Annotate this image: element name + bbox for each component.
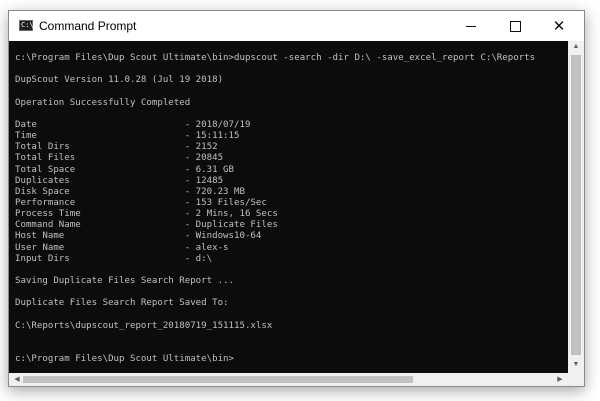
console-line: Duplicates - 12485 [15,175,224,186]
vertical-scrollbar[interactable]: ▲ ▼ [568,41,584,373]
console-line: Disk Space - 720.23 MB [15,186,245,197]
window-title: Command Prompt [39,19,137,33]
console-line: Input Dirs - d:\ [15,253,213,264]
close-icon: ✕ [552,18,566,35]
command-prompt-window: C:\ Command Prompt ✕ c:\Program Files\Du… [8,10,585,387]
vertical-scroll-thumb[interactable] [571,55,581,355]
console-line: Total Dirs - 2152 [15,142,218,153]
console-line: DupScout Version 11.0.28 (Jul 19 2018) [15,75,224,86]
console-line: User Name - alex-s [15,242,229,253]
horizontal-scrollbar[interactable]: ◀ ▶ [9,373,568,386]
console-line: Total Files - 20845 [15,153,224,164]
console-line: Total Space - 6.31 GB [15,164,234,175]
console-line: Operation Successfully Completed [15,97,191,108]
minimize-icon [466,25,476,27]
console-line: c:\Program Files\Dup Scout Ultimate\bin>… [15,53,536,63]
scroll-right-arrow-icon[interactable]: ▶ [552,375,568,383]
console-line: Performance - 153 Files/Sec [15,197,267,208]
scroll-up-arrow-icon[interactable]: ▲ [568,43,584,50]
horizontal-scroll-thumb[interactable] [23,376,413,383]
close-button[interactable]: ✕ [537,11,581,41]
console-output[interactable]: c:\Program Files\Dup Scout Ultimate\bin>… [9,41,568,373]
console-line: c:\Program Files\Dup Scout Ultimate\bin> [15,354,234,365]
console-line: Date - 2018/07/19 [15,119,251,130]
maximize-icon [509,20,521,32]
console-line: Duplicate Files Search Report Saved To: [15,298,229,309]
console-line: Saving Duplicate Files Search Report ... [15,276,234,286]
scrollbar-corner [568,373,584,386]
console-line: C:\Reports\dupscout_report_20180719_1511… [15,320,273,331]
title-bar[interactable]: C:\ Command Prompt ✕ [9,11,584,41]
minimize-button[interactable] [449,11,493,41]
scroll-down-arrow-icon[interactable]: ▼ [568,361,584,368]
console-line: Process Time - 2 Mins, 16 Secs [15,209,278,220]
app-icon-label: C:\ [21,21,34,29]
console-line: Command Name - Duplicate Files [15,220,278,231]
command-prompt-icon: C:\ [19,20,34,31]
maximize-button[interactable] [493,11,537,41]
console-line: Host Name - Windows10-64 [15,231,262,242]
console-line: Time - 15:11:15 [15,131,240,142]
